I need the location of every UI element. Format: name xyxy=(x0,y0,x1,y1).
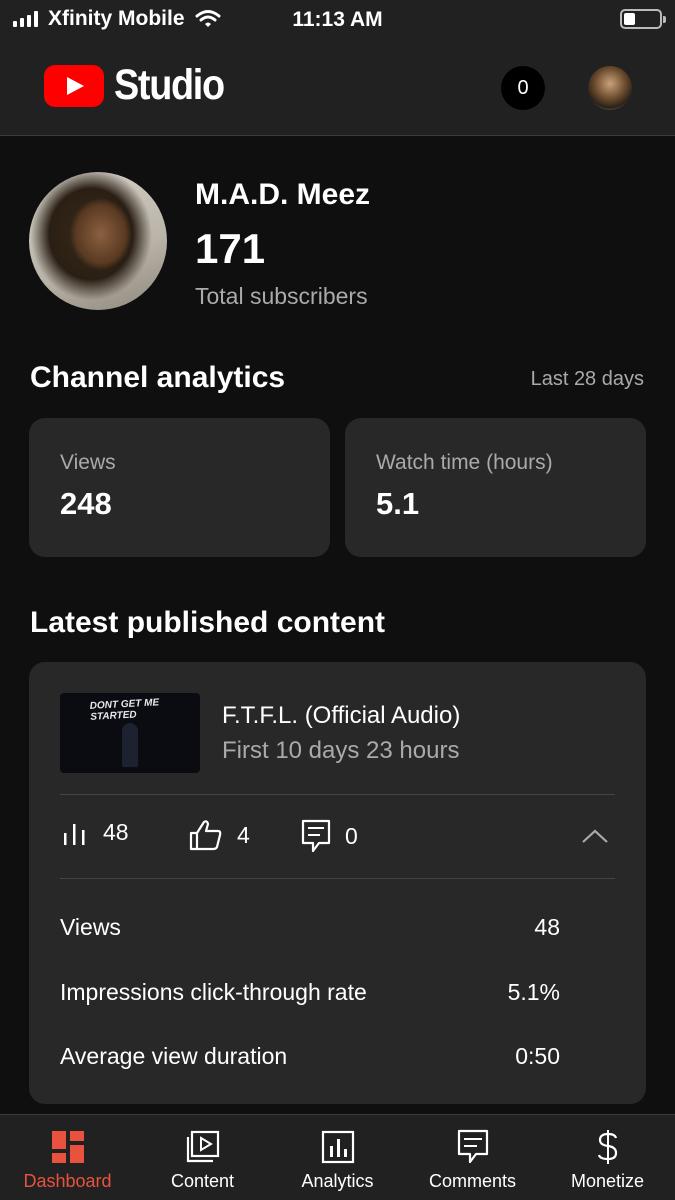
nav-analytics[interactable]: Analytics xyxy=(270,1115,405,1200)
views-stat: 48 xyxy=(63,819,129,846)
studio-dashboard: Xfinity Mobile 11:13 AM Studio 0 M.A.D. … xyxy=(0,0,675,1200)
nav-label: Monetize xyxy=(570,1171,645,1191)
metric-value: 5.1 xyxy=(376,486,420,521)
video-period: First 10 days 23 hours xyxy=(222,737,460,764)
watch-time-metric-card[interactable]: Watch time (hours) 5.1 xyxy=(345,418,646,557)
account-avatar[interactable] xyxy=(588,66,632,110)
metric-value: 248 xyxy=(60,486,112,521)
channel-analytics-title: Channel analytics xyxy=(30,361,286,394)
metric-label: Views xyxy=(60,451,116,474)
comments-stat: 0 xyxy=(301,819,358,853)
nav-dashboard[interactable]: Dashboard xyxy=(0,1115,135,1200)
row-label: Impressions click-through rate xyxy=(60,979,367,1005)
comments-icon xyxy=(457,1129,488,1164)
subscriber-count: 171 xyxy=(195,225,266,272)
row-value: 48 xyxy=(534,914,560,940)
status-time: 11:13 AM xyxy=(292,8,383,31)
nav-label: Content xyxy=(170,1171,235,1191)
youtube-logo-icon[interactable] xyxy=(44,65,104,107)
thumbnail-text: DONT GET ME STARTED xyxy=(89,697,160,723)
likes-stat: 4 xyxy=(189,819,250,851)
video-thumbnail[interactable]: DONT GET ME STARTED xyxy=(60,693,200,773)
row-value: 5.1% xyxy=(507,979,560,1005)
channel-avatar[interactable] xyxy=(29,172,167,310)
battery-icon xyxy=(620,9,666,29)
thumbs-up-icon xyxy=(189,820,222,851)
nav-label: Analytics xyxy=(301,1171,374,1191)
likes-count: 4 xyxy=(237,821,250,848)
comment-icon xyxy=(301,819,331,853)
metric-label: Watch time (hours) xyxy=(376,451,553,474)
nav-monetize[interactable]: Monetize xyxy=(540,1115,675,1200)
bar-chart-icon xyxy=(64,823,85,845)
video-title[interactable]: F.T.F.L. (Official Audio) xyxy=(222,702,460,730)
nav-label: Comments xyxy=(428,1171,517,1191)
content-icon xyxy=(186,1130,219,1163)
views-count: 48 xyxy=(103,819,129,845)
comments-count: 0 xyxy=(345,822,358,849)
channel-name: M.A.D. Meez xyxy=(195,178,371,211)
notifications-button[interactable]: 0 xyxy=(501,66,545,110)
analytics-icon xyxy=(321,1130,354,1164)
subscriber-label: Total subscribers xyxy=(195,283,368,309)
row-label: Views xyxy=(60,914,121,940)
nav-label: Dashboard xyxy=(23,1171,112,1191)
row-label: Average view duration xyxy=(60,1043,288,1069)
latest-video-card: DONT GET ME STARTED F.T.F.L. (Official A… xyxy=(29,662,646,1104)
chevron-up-icon[interactable] xyxy=(581,828,609,844)
app-title: Studio xyxy=(114,61,225,109)
status-bar: Xfinity Mobile 11:13 AM xyxy=(0,0,675,40)
notification-count: 0 xyxy=(517,76,529,99)
nav-content[interactable]: Content xyxy=(135,1115,270,1200)
divider xyxy=(60,878,615,879)
bottom-nav: Dashboard Content Analytics Comments Mon… xyxy=(0,1114,675,1200)
nav-comments[interactable]: Comments xyxy=(405,1115,540,1200)
divider xyxy=(60,794,615,795)
app-header: Studio 0 xyxy=(0,40,675,136)
dollar-icon xyxy=(597,1130,617,1164)
dashboard-icon xyxy=(51,1131,84,1163)
row-value: 0:50 xyxy=(515,1043,560,1069)
views-metric-card[interactable]: Views 248 xyxy=(29,418,330,557)
date-range-label: Last 28 days xyxy=(530,368,644,390)
thumbnail-figure xyxy=(122,723,138,767)
latest-content-title: Latest published content xyxy=(30,606,386,639)
